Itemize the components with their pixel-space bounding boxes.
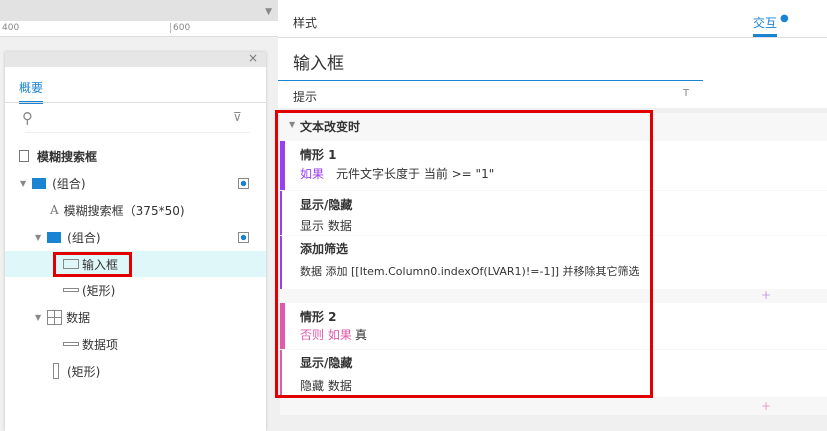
top-toolbar: ▼ — [0, 0, 278, 21]
item-label: 数据 — [66, 310, 91, 325]
widget-name-input[interactable]: 输入框 — [293, 49, 344, 74]
item-label: (矩形) — [82, 283, 116, 298]
item-label: 模糊搜索框 — [37, 149, 98, 164]
close-icon[interactable]: × — [248, 51, 258, 65]
highlight-box — [53, 252, 132, 277]
expand-icon[interactable]: ▼ — [20, 179, 26, 188]
hint-input[interactable]: 提示 — [293, 88, 317, 105]
tree-item-data-item[interactable]: 数据项 — [5, 331, 266, 357]
visibility-toggle[interactable] — [238, 177, 249, 189]
search-icon[interactable]: ⚲ — [22, 109, 33, 127]
tree-item-rectangle[interactable]: (矩形) — [5, 277, 266, 303]
expand-icon[interactable]: ▼ — [35, 233, 41, 242]
ruler: 400 600 — [0, 21, 278, 37]
expand-icon[interactable]: ▼ — [35, 313, 41, 322]
modified-dot-icon: ● — [780, 13, 789, 24]
folder-icon — [32, 177, 47, 189]
tab-interaction[interactable]: 交互 — [753, 14, 778, 37]
visibility-toggle[interactable] — [238, 231, 249, 243]
text-type-icon: T — [683, 88, 690, 99]
ruler-tick: 400 — [2, 23, 20, 33]
filter-icon[interactable]: ⊽ — [233, 110, 242, 124]
item-label: (矩形) — [67, 364, 101, 379]
dropdown-arrow-icon[interactable]: ▼ — [265, 7, 272, 17]
folder-icon — [47, 231, 62, 243]
vertical-rectangle-icon — [53, 363, 59, 379]
panel-header: × — [5, 51, 266, 67]
tree-item-text[interactable]: A 模糊搜索框（375*50) — [5, 197, 266, 223]
highlight-box — [275, 110, 653, 398]
tree-item-rectangle[interactable]: (矩形) — [5, 358, 266, 384]
item-label: 数据项 — [82, 337, 119, 352]
rectangle-icon — [63, 288, 79, 292]
add-action-button[interactable]: + — [761, 399, 771, 413]
add-action-button[interactable]: + — [761, 288, 771, 302]
tab-style[interactable]: 样式 — [293, 14, 317, 31]
item-label: (组合) — [52, 176, 86, 191]
item-label: (组合) — [67, 230, 101, 245]
tree-item-group[interactable]: ▼ (组合) — [5, 224, 266, 250]
tree-item-group[interactable]: ▼ (组合) — [5, 170, 266, 196]
ruler-tick: 600 — [170, 23, 190, 33]
outline-panel: × 概要 ⚲ ⊽ 模糊搜索框 ▼ (组合) A 模糊搜索框（375*50) ▼ (组合… — [5, 51, 266, 431]
tree-item-input[interactable]: 输入框 — [5, 251, 266, 277]
text-icon: A — [50, 203, 59, 217]
rectangle-icon — [63, 342, 79, 346]
tab-outline[interactable]: 概要 — [19, 79, 44, 104]
tree-item-repeater[interactable]: ▼ 数据 — [5, 304, 266, 330]
page-icon — [19, 150, 29, 162]
inspector-tabs: 样式 交互 ● — [278, 0, 827, 38]
repeater-icon — [47, 309, 63, 325]
tree-item-page[interactable]: 模糊搜索框 — [5, 143, 266, 169]
item-label: 模糊搜索框（375*50) — [63, 203, 185, 218]
